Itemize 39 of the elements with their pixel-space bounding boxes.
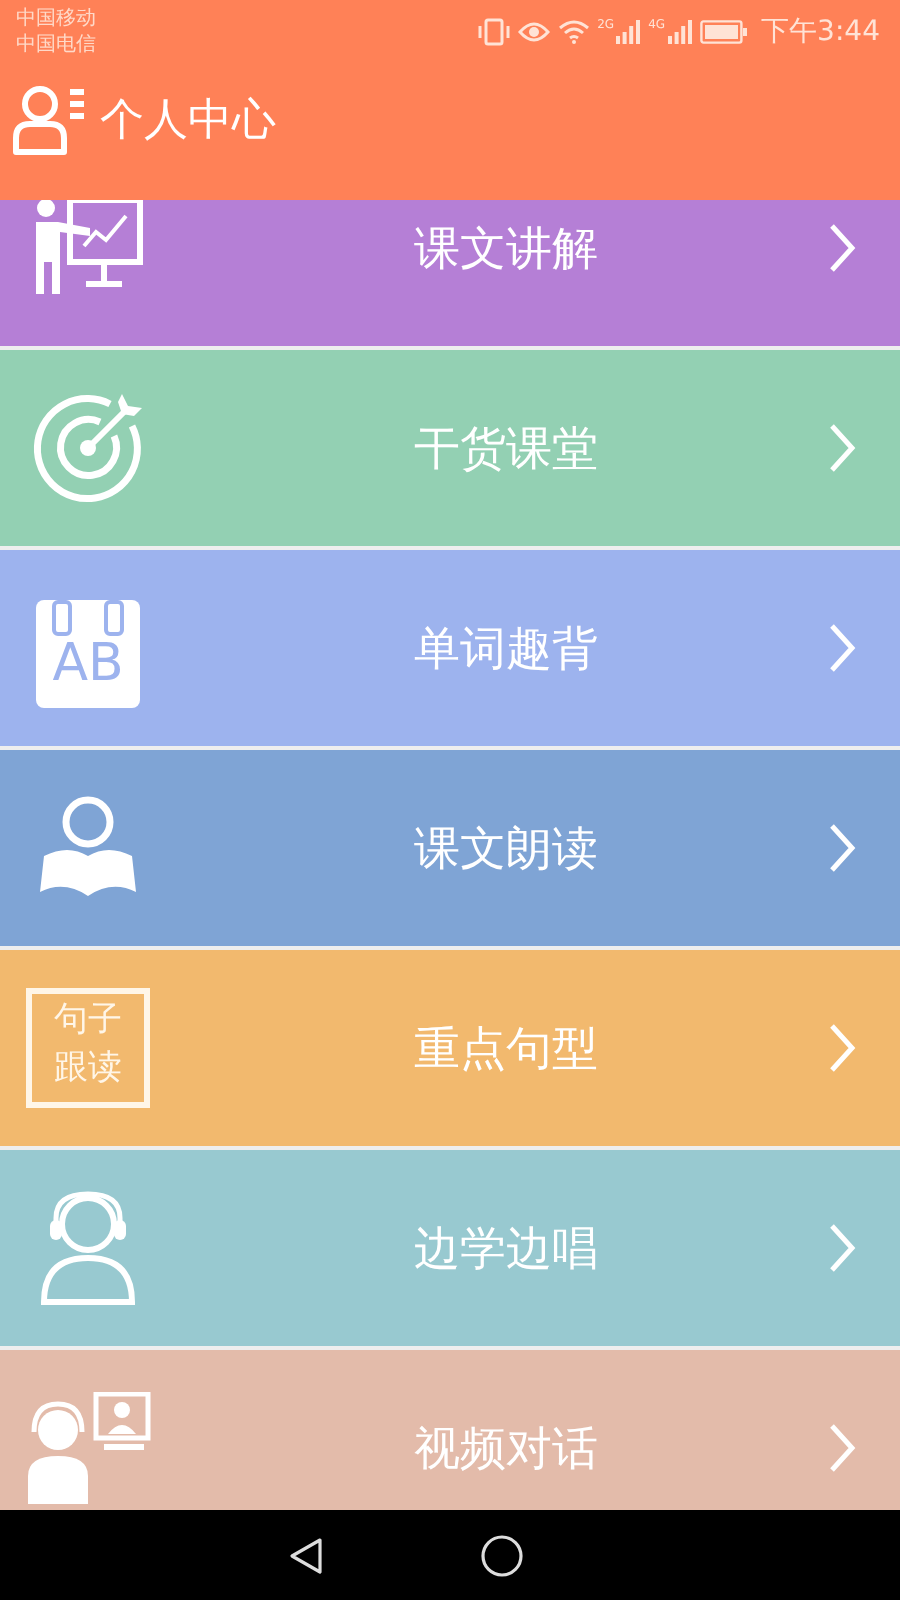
- headset-person-icon: [40, 1190, 136, 1306]
- menu-item[interactable]: 课文朗读: [0, 750, 900, 946]
- menu-label: 边学边唱: [412, 1221, 600, 1279]
- target-icon: [30, 390, 146, 506]
- video-call-icon: [24, 1392, 152, 1504]
- carrier-name: 中国电信: [16, 32, 96, 58]
- chevron-right-icon: [828, 222, 856, 274]
- chevron-right-icon: [828, 1222, 856, 1274]
- menu-label: 课文朗读: [412, 821, 600, 879]
- menu-label: 单词趣背: [412, 621, 600, 679]
- wifi-icon: [557, 20, 590, 44]
- home-icon[interactable]: [479, 1533, 523, 1577]
- chevron-right-icon: [828, 1422, 856, 1474]
- calendar-icon: AB: [36, 600, 140, 708]
- signal-icon: [616, 20, 641, 44]
- menu-item[interactable]: 视频对话: [0, 1350, 900, 1510]
- menu-item[interactable]: 课文讲解: [0, 200, 900, 346]
- eye-icon: [517, 20, 550, 44]
- carrier-name: 中国移动: [16, 6, 96, 32]
- vibrate-icon: [477, 18, 510, 46]
- signal-icon: [667, 20, 692, 44]
- chevron-right-icon: [828, 622, 856, 674]
- menu-label: 视频对话: [412, 1421, 600, 1479]
- presenter-icon: [30, 200, 146, 298]
- text-card-icon: 句子跟读: [26, 988, 150, 1108]
- chevron-right-icon: [828, 822, 856, 874]
- menu-item[interactable]: 干货课堂: [0, 350, 900, 546]
- menu-label: 课文讲解: [412, 221, 600, 279]
- clock-time: 下午3:44: [761, 14, 880, 50]
- back-icon[interactable]: [287, 1535, 323, 1575]
- page-title: 个人中心: [100, 94, 276, 150]
- chevron-right-icon: [828, 1022, 856, 1074]
- menu-label: 干货课堂: [412, 421, 600, 479]
- menu-item[interactable]: 句子跟读 重点句型: [0, 950, 900, 1146]
- menu-label: 重点句型: [412, 1021, 600, 1079]
- battery-icon: [699, 20, 748, 44]
- chevron-right-icon: [828, 422, 856, 474]
- menu-item[interactable]: AB 单词趣背: [0, 550, 900, 746]
- menu-item[interactable]: 边学边唱: [0, 1150, 900, 1346]
